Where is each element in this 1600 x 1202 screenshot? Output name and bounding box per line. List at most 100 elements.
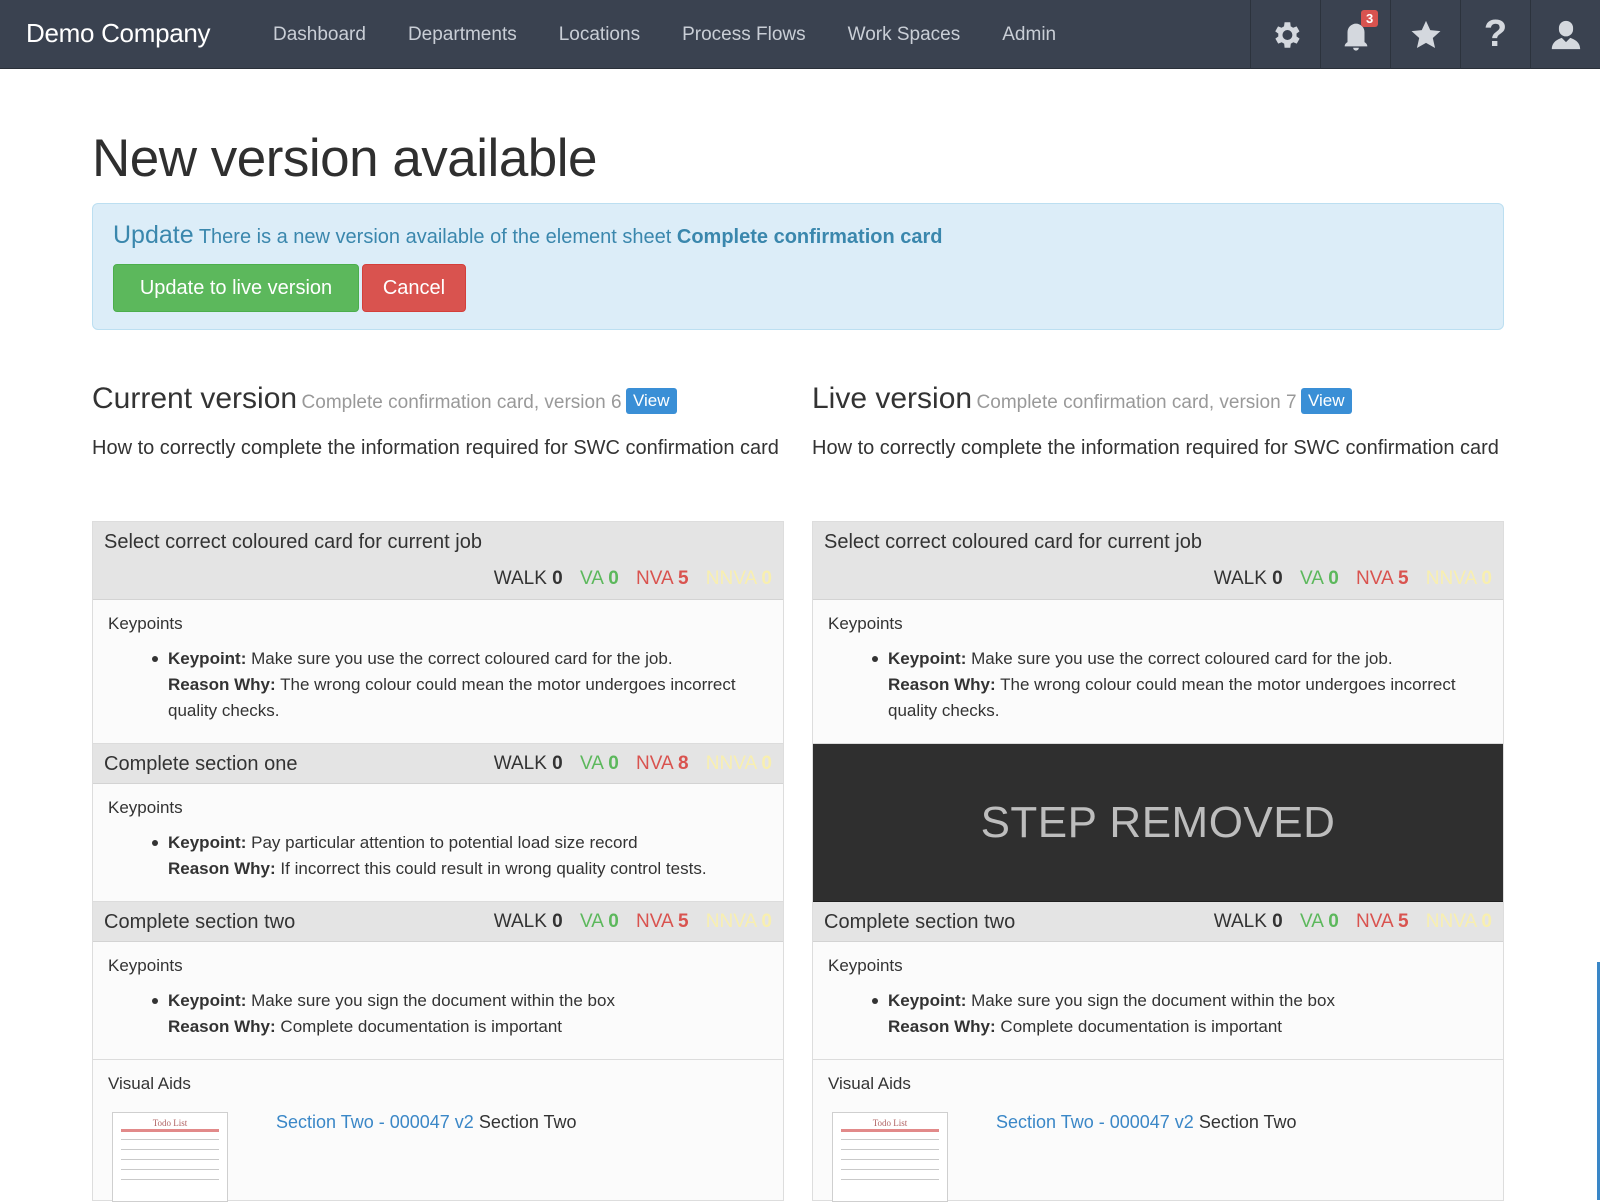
live-version-header: Live version Complete confirmation card,…: [812, 382, 1504, 432]
walk-value: 0: [552, 911, 563, 932]
current-view-button[interactable]: View: [625, 388, 677, 414]
user-menu-button[interactable]: [1530, 0, 1600, 69]
keypoint-item: Keypoint: Pay particular attention to po…: [152, 830, 783, 882]
va-label: VA: [1300, 568, 1323, 589]
step-body: Keypoints Keypoint: Make sure you use th…: [93, 600, 783, 744]
live-steps: Select correct coloured card for current…: [812, 521, 1504, 1202]
gear-icon: [1274, 21, 1300, 48]
nva-value: 8: [677, 753, 689, 774]
keypoints-heading: Keypoints: [108, 798, 183, 817]
nva-label: NVA: [636, 911, 673, 932]
step-metrics: WALK 0 VA 0 NVA 5 NNVA 0: [1214, 911, 1492, 933]
top-navbar: Demo Company Dashboard Departments Locat…: [0, 0, 1600, 69]
visual-aid-thumbnail[interactable]: Todo List: [832, 1112, 948, 1202]
step-title: Select correct coloured card for current…: [104, 531, 482, 553]
help-button[interactable]: ?: [1460, 0, 1530, 69]
update-to-live-button[interactable]: Update to live version: [113, 264, 359, 312]
walk-label: WALK: [1213, 568, 1267, 589]
star-icon: [1411, 20, 1440, 48]
thumbnail-line: [841, 1179, 939, 1180]
reason-label: Reason Why:: [168, 1017, 276, 1036]
nva-value: 5: [677, 911, 689, 932]
thumbnail-line: [121, 1179, 219, 1180]
nva-label: NVA: [1356, 911, 1393, 932]
live-version-heading: Live version: [812, 382, 973, 415]
va-label: VA: [580, 568, 603, 589]
nnva-value: 0: [761, 911, 772, 932]
step-title: Complete section two: [824, 911, 1016, 933]
keypoint-item: Keypoint: Make sure you sign the documen…: [152, 988, 783, 1040]
thumbnail-rule: [841, 1129, 939, 1132]
keypoints-heading: Keypoints: [108, 956, 183, 975]
reason-text: Complete documentation is important: [280, 1017, 563, 1036]
step-header[interactable]: Select correct coloured card for current…: [813, 522, 1503, 600]
brand-logo[interactable]: Demo Company: [26, 18, 211, 49]
alert-message: Update There is a new version available …: [113, 221, 943, 250]
va-value: 0: [608, 568, 619, 589]
thumbnail-line: [841, 1159, 939, 1160]
nav-process-flows[interactable]: Process Flows: [661, 24, 827, 46]
step-body: Keypoints Keypoint: Make sure you sign t…: [813, 942, 1503, 1060]
nav-dashboard[interactable]: Dashboard: [252, 24, 387, 46]
step-body: Keypoints Keypoint: Make sure you sign t…: [93, 942, 783, 1060]
current-version-column: Current version Complete confirmation ca…: [92, 382, 784, 1202]
thumbnail-line: [841, 1149, 939, 1150]
keypoint-label: Keypoint:: [888, 649, 967, 668]
visual-aids-section: Visual Aids Todo List Section Two - 0000…: [813, 1060, 1503, 1202]
walk-value: 0: [1272, 911, 1283, 932]
nav-departments[interactable]: Departments: [387, 24, 538, 46]
visual-aid-link-text[interactable]: Section Two - 000047 v2: [276, 1112, 474, 1132]
va-value: 0: [608, 753, 619, 774]
step-body: Keypoints Keypoint: Make sure you use th…: [813, 600, 1503, 744]
nva-label: NVA: [636, 753, 673, 774]
nnva-value: 0: [761, 568, 772, 589]
step-header[interactable]: Select correct coloured card for current…: [93, 522, 783, 600]
reason-label: Reason Why:: [168, 675, 276, 694]
visual-aid-link[interactable]: Section Two - 000047 v2 Section Two: [276, 1112, 577, 1133]
walk-value: 0: [552, 568, 563, 589]
settings-button[interactable]: [1250, 0, 1320, 69]
thumbnail-line: [841, 1169, 939, 1170]
step-header[interactable]: Complete section two WALK 0 VA 0 NVA 5 N…: [813, 902, 1503, 942]
step-metrics: WALK 0 VA 0 NVA 5 NNVA 0: [1214, 568, 1492, 590]
notifications-button[interactable]: 3: [1320, 0, 1390, 69]
visual-aids-heading: Visual Aids: [108, 1074, 191, 1093]
current-version-subtitle: Complete confirmation card, version 6: [301, 392, 622, 413]
keypoints-heading: Keypoints: [828, 956, 903, 975]
keypoint-text: Make sure you use the correct coloured c…: [251, 649, 673, 668]
reason-label: Reason Why:: [888, 675, 996, 694]
step-removed-label: STEP REMOVED: [980, 798, 1336, 847]
step-metrics: WALK 0 VA 0 NVA 5 NNVA 0: [494, 911, 772, 933]
step-removed-block: STEP REMOVED: [813, 744, 1503, 902]
thumbnail-line: [841, 1139, 939, 1140]
reason-text: If incorrect this could result in wrong …: [280, 859, 707, 878]
cancel-button[interactable]: Cancel: [362, 264, 466, 312]
visual-aids-section: Visual Aids Todo List Section Two - 0000…: [93, 1060, 783, 1202]
nva-value: 5: [1397, 911, 1409, 932]
keypoint-item: Keypoint: Make sure you use the correct …: [872, 646, 1503, 724]
va-value: 0: [608, 911, 619, 932]
nnva-label: NNVA: [705, 568, 757, 589]
visual-aid-name: Section Two: [478, 1112, 577, 1132]
nnva-value: 0: [1481, 568, 1492, 589]
step-header[interactable]: Complete section one WALK 0 VA 0 NVA 8 N…: [93, 744, 783, 784]
visual-aid-thumbnail[interactable]: Todo List: [112, 1112, 228, 1202]
keypoint-label: Keypoint:: [168, 833, 247, 852]
nnva-label: NNVA: [705, 911, 757, 932]
step-title: Select correct coloured card for current…: [824, 531, 1202, 553]
nav-locations[interactable]: Locations: [538, 24, 661, 46]
current-steps: Select correct coloured card for current…: [92, 521, 784, 1202]
nav-work-spaces[interactable]: Work Spaces: [827, 24, 982, 46]
favorites-button[interactable]: [1390, 0, 1460, 69]
visual-aid-link[interactable]: Section Two - 000047 v2 Section Two: [996, 1112, 1297, 1133]
current-version-header: Current version Complete confirmation ca…: [92, 382, 784, 432]
step-header[interactable]: Complete section two WALK 0 VA 0 NVA 5 N…: [93, 902, 783, 942]
visual-aid-link-text[interactable]: Section Two - 000047 v2: [996, 1112, 1194, 1132]
live-view-button[interactable]: View: [1300, 388, 1352, 414]
reason-label: Reason Why:: [168, 859, 276, 878]
nav-admin[interactable]: Admin: [981, 24, 1077, 46]
thumbnail-line: [121, 1149, 219, 1150]
step-title: Complete section two: [104, 911, 296, 933]
keypoint-item: Keypoint: Make sure you sign the documen…: [872, 988, 1503, 1040]
va-label: VA: [1300, 911, 1323, 932]
